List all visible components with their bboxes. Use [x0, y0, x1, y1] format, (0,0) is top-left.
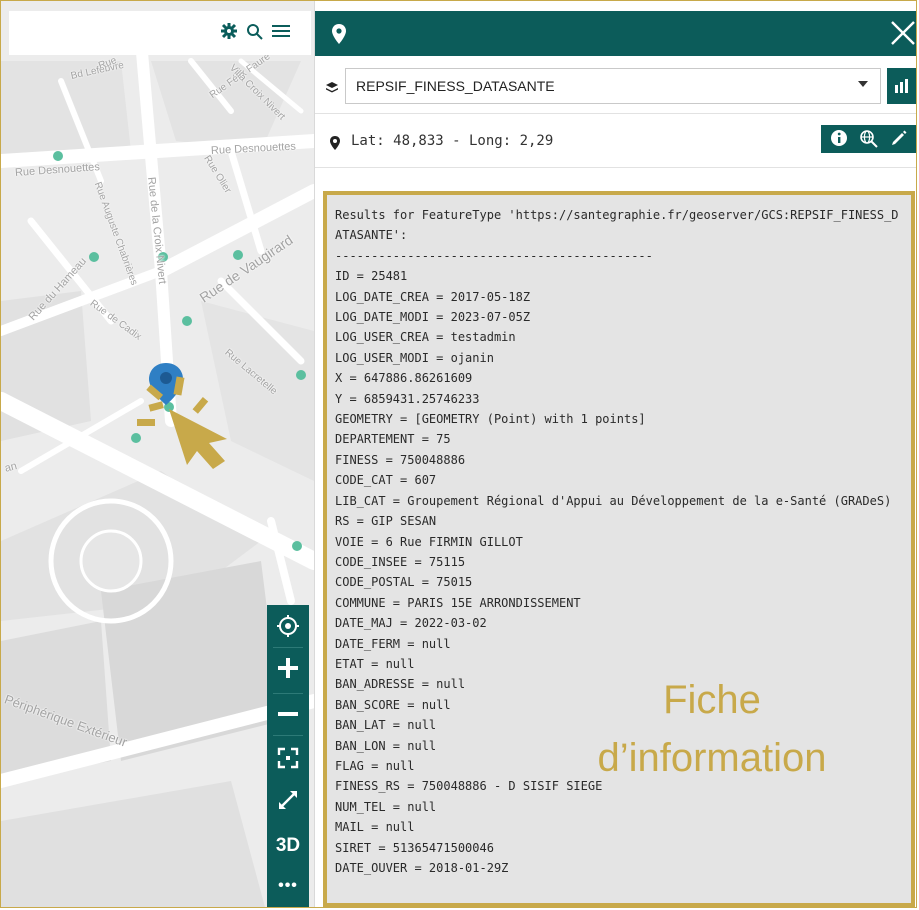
result-line: LOG_DATE_CREA = 2017-05-18Z: [335, 289, 531, 304]
result-line: CODE_INSEE = 75115: [335, 554, 466, 569]
map-marker-icon[interactable]: [129, 357, 239, 477]
map-toolbar: [9, 11, 311, 55]
result-line: LIB_CAT = Groupement Régional d'Appui au…: [335, 493, 892, 508]
result-line: DATE_MAJ = 2022-03-02: [335, 616, 487, 631]
layers-icon: [326, 82, 338, 93]
map-view[interactable]: Rue Desnouettes Rue Desnouettes Rue Augu…: [1, 1, 314, 907]
pencil-icon[interactable]: [889, 129, 909, 149]
layer-select-value: REPSIF_FINESS_DATASANTE: [356, 78, 555, 94]
panel-header: [315, 11, 917, 56]
result-line: GEOMETRY = [GEOMETRY (Point) with 1 poin…: [335, 412, 646, 427]
more-icon[interactable]: •••: [267, 867, 309, 905]
layer-select[interactable]: REPSIF_FINESS_DATASANTE: [345, 68, 881, 104]
hamburger-icon[interactable]: [271, 23, 291, 43]
map-tools: 3D •••: [267, 605, 309, 907]
coordinate-tools: [821, 125, 916, 153]
result-line: DATE_OUVER = 2018-01-29Z: [335, 861, 509, 875]
coordinates-text: Lat: 48,833 - Long: 2,29: [351, 133, 554, 149]
callout-line: Fiche: [663, 678, 761, 722]
result-line: CODE_POSTAL = 75015: [335, 575, 473, 590]
layer-row: REPSIF_FINESS_DATASANTE: [315, 61, 916, 114]
locate-icon[interactable]: [267, 607, 309, 645]
result-line: LOG_DATE_MODI = 2023-07-05Z: [335, 310, 531, 325]
result-line: NUM_TEL = null: [335, 799, 437, 814]
close-icon[interactable]: [889, 19, 917, 47]
zoom-in-icon[interactable]: [267, 649, 309, 687]
result-line: DATE_FERM = null: [335, 636, 451, 651]
screenshot-frame: Rue Desnouettes Rue Desnouettes Rue Augu…: [0, 0, 917, 908]
result-line: X = 647886.86261609: [335, 371, 473, 386]
map-marker-icon: [332, 24, 346, 44]
result-line: ----------------------------------------…: [335, 248, 653, 263]
results-panel[interactable]: Results for FeatureType 'https://santegr…: [323, 191, 915, 907]
result-line: ID = 25481: [335, 269, 408, 284]
result-line: LOG_USER_CREA = testadmin: [335, 330, 516, 345]
result-line: CODE_CAT = 607: [335, 473, 437, 488]
map-marker-icon: [330, 136, 340, 150]
result-line: FINESS = 750048886: [335, 452, 466, 467]
bar-chart-icon: [895, 79, 908, 93]
zoom-out-icon[interactable]: [267, 695, 309, 733]
info-panel: REPSIF_FINESS_DATASANTE Lat: 48,833 - Lo…: [314, 1, 917, 907]
fit-extent-icon[interactable]: [267, 739, 309, 777]
3d-button[interactable]: 3D: [267, 827, 309, 865]
chart-button[interactable]: [887, 68, 916, 104]
result-line: RS = GIP SESAN: [335, 514, 437, 529]
chevron-down-icon: [858, 81, 868, 87]
result-line: VOIE = 6 Rue FIRMIN GILLOT: [335, 534, 523, 549]
result-line: SIRET = 51365471500046: [335, 840, 494, 855]
result-line: Results for FeatureType 'https://santegr…: [335, 208, 899, 243]
globe-search-icon[interactable]: [859, 129, 879, 149]
callout-line: d’information: [597, 736, 827, 780]
result-line: LOG_USER_MODI = ojanin: [335, 350, 494, 365]
gear-icon[interactable]: [219, 23, 239, 43]
result-line: MAIL = null: [335, 820, 415, 835]
info-icon[interactable]: [829, 129, 849, 149]
result-line: DEPARTEMENT = 75: [335, 432, 451, 447]
result-line: COMMUNE = PARIS 15E ARRONDISSEMENT: [335, 595, 581, 610]
coordinates-row: Lat: 48,833 - Long: 2,29: [315, 119, 916, 168]
search-icon[interactable]: [245, 23, 265, 43]
fullscreen-icon[interactable]: [267, 781, 309, 819]
callout-label: Fiche d’information: [567, 671, 857, 787]
result-line: Y = 6859431.25746233: [335, 391, 480, 406]
